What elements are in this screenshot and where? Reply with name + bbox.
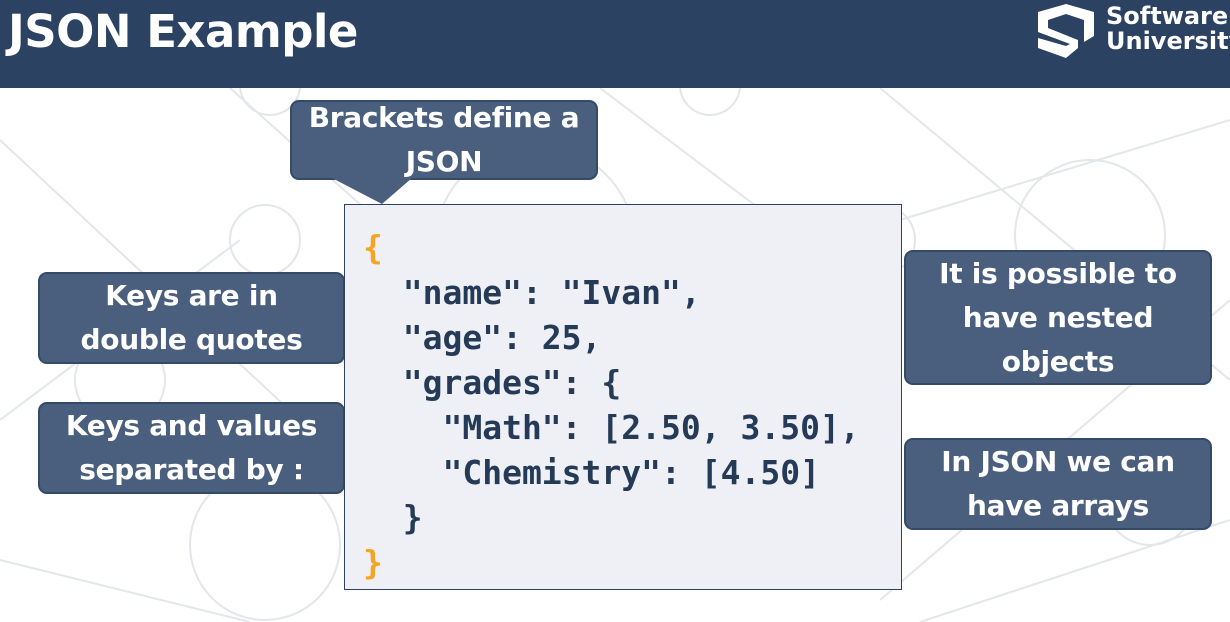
slide-header: JSON Example Software University bbox=[0, 0, 1230, 88]
callout-nested-objects: It is possible to have nested objects bbox=[904, 250, 1212, 385]
callout-keys-values-line2: separated by : bbox=[79, 453, 304, 486]
slide-title: JSON Example bbox=[8, 5, 358, 58]
callout-keys-quotes-line2: double quotes bbox=[80, 323, 303, 356]
logo-text-line1: Software bbox=[1106, 2, 1229, 30]
callout-keys-quotes: Keys are in double quotes bbox=[38, 272, 345, 364]
callout-brackets: Brackets define a JSON bbox=[290, 100, 598, 180]
callout-arrays-line2: have arrays bbox=[967, 489, 1149, 522]
callout-nested-line3: objects bbox=[1001, 344, 1115, 378]
code-line-inner-close-brace: } bbox=[363, 498, 423, 537]
softuni-logo-icon bbox=[1038, 4, 1094, 58]
callout-brackets-line1: Brackets define a bbox=[308, 101, 580, 134]
callout-brackets-pointer bbox=[332, 178, 382, 204]
callout-arrays: In JSON we can have arrays bbox=[904, 438, 1212, 530]
code-line-close-brace: } bbox=[363, 543, 383, 582]
code-line-open-brace: { bbox=[363, 228, 383, 267]
callout-keys-values-line1: Keys and values bbox=[65, 409, 318, 442]
code-line-age: "age": 25, bbox=[363, 318, 602, 357]
callout-nested-line1: It is possible to bbox=[939, 256, 1177, 290]
json-code-block: { "name": "Ivan", "age": 25, "grades": {… bbox=[344, 204, 902, 590]
code-line-chemistry: "Chemistry": [4.50] bbox=[363, 453, 820, 492]
callout-nested-line2: have nested bbox=[962, 300, 1154, 334]
code-line-math: "Math": [2.50, 3.50], bbox=[363, 408, 860, 447]
code-line-name: "name": "Ivan", bbox=[363, 273, 701, 312]
callout-keys-quotes-line1: Keys are in bbox=[105, 279, 278, 312]
logo-text: Software University bbox=[1106, 4, 1230, 54]
softuni-logo: Software University bbox=[1030, 2, 1230, 60]
logo-text-line2: University bbox=[1106, 27, 1230, 55]
code-line-grades: "grades": { bbox=[363, 363, 622, 402]
callout-arrays-line1: In JSON we can bbox=[941, 445, 1175, 478]
callout-keys-values: Keys and values separated by : bbox=[38, 402, 345, 494]
callout-brackets-pointer-right bbox=[382, 178, 412, 204]
